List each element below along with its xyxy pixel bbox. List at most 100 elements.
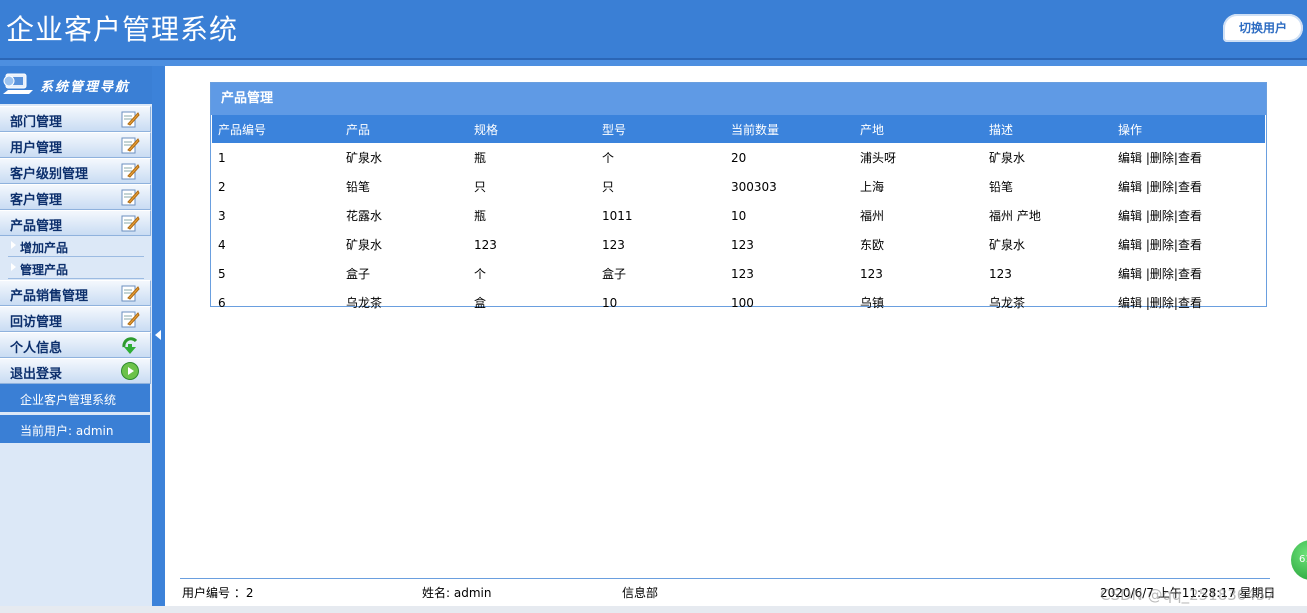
refresh-arrow-icon [120, 335, 140, 355]
collapse-sidebar-icon[interactable] [155, 330, 161, 340]
table-cell: 6 [218, 295, 226, 310]
delete-link[interactable]: 删除 [1150, 238, 1174, 252]
sidebar-item-label: 部门管理 [10, 115, 63, 130]
play-icon [120, 361, 140, 381]
table-cell: 只 [602, 180, 615, 194]
table-cell-actions: 编辑 |删除|查看 [1112, 259, 1265, 288]
edit-note-icon [120, 187, 140, 207]
edit-note-icon [120, 109, 140, 129]
table-row: 3 花露水 瓶 1011 10 福州 福州 产地 编辑 |删除|查看 [212, 201, 1265, 230]
sidebar-item-label: 客户级别管理 [10, 167, 89, 182]
table-cell: 1 [218, 150, 226, 165]
triangle-right-icon [11, 241, 16, 249]
table-cell: 花露水 [346, 209, 383, 223]
table-cell-actions: 编辑 |删除|查看 [1112, 288, 1265, 317]
sidebar-item-department[interactable]: 部门管理 [0, 106, 151, 132]
sidebar-item-user[interactable]: 用户管理 [0, 132, 151, 158]
table-cell: 福州 [860, 209, 885, 223]
table-cell: 123 [860, 266, 883, 281]
table-cell: 上海 [860, 180, 885, 194]
sidebar-item-product-sales[interactable]: 产品销售管理 [0, 280, 151, 306]
sidebar-subitem-add-product[interactable]: 增加产品 [8, 236, 144, 257]
sidebar-item-label: 用户管理 [10, 141, 63, 156]
view-link[interactable]: 查看 [1178, 238, 1202, 252]
current-user-block: 当前用户: admin [0, 415, 150, 443]
triangle-right-icon [11, 263, 16, 271]
footer-divider [180, 578, 1270, 579]
sidebar-item-personal-info[interactable]: 个人信息 [0, 332, 151, 358]
app-header: 企业客户管理系统 切换用户 [0, 0, 1307, 60]
edit-link[interactable]: 编辑 [1118, 267, 1142, 281]
table-cell: 123 [602, 237, 625, 252]
column-header: 规格 [468, 115, 596, 143]
table-cell: 乌龙茶 [989, 296, 1026, 310]
column-header: 当前数量 [725, 115, 854, 143]
sidebar-item-customer[interactable]: 客户管理 [0, 184, 151, 210]
edit-link[interactable]: 编辑 [1118, 180, 1142, 194]
table-row: 2 铅笔 只 只 300303 上海 铅笔 编辑 |删除|查看 [212, 172, 1265, 201]
sidebar-item-customer-level[interactable]: 客户级别管理 [0, 158, 151, 184]
delete-link[interactable]: 删除 [1150, 296, 1174, 310]
sidebar-item-product[interactable]: 产品管理 [0, 210, 151, 236]
status-bar [0, 606, 1307, 613]
edit-note-icon [120, 309, 140, 329]
switch-user-button[interactable]: 切换用户 [1223, 14, 1303, 42]
column-header: 描述 [983, 115, 1112, 143]
sidebar-nav-header: 系统管理导航 [0, 66, 152, 104]
sidebar-item-label: 产品管理 [10, 219, 63, 234]
view-link[interactable]: 查看 [1178, 267, 1202, 281]
delete-link[interactable]: 删除 [1150, 180, 1174, 194]
edit-link[interactable]: 编辑 [1118, 151, 1142, 165]
table-cell: 盒子 [602, 267, 627, 281]
watermark-text: CSDN @qq_251836457 [1100, 586, 1275, 604]
sidebar-item-label: 回访管理 [10, 315, 63, 330]
table-cell: 123 [731, 266, 754, 281]
table-cell: 浦头呀 [860, 151, 897, 165]
sidebar-item-label: 退出登录 [10, 367, 63, 382]
table-cell-actions: 编辑 |删除|查看 [1112, 201, 1265, 230]
view-link[interactable]: 查看 [1178, 209, 1202, 223]
view-link[interactable]: 查看 [1178, 151, 1202, 165]
column-header: 型号 [596, 115, 725, 143]
sidebar-item-logout[interactable]: 退出登录 [0, 358, 151, 384]
table-cell: 只 [474, 180, 487, 194]
current-user: 当前用户: admin [20, 424, 114, 438]
table-row: 4 矿泉水 123 123 123 东欧 矿泉水 编辑 |删除|查看 [212, 230, 1265, 259]
delete-link[interactable]: 删除 [1150, 209, 1174, 223]
table-cell: 123 [989, 266, 1012, 281]
floating-badge-button[interactable]: 61 [1291, 540, 1307, 580]
column-header: 产品编号 [212, 115, 340, 143]
edit-link[interactable]: 编辑 [1118, 238, 1142, 252]
table-cell: 20 [731, 150, 747, 165]
view-link[interactable]: 查看 [1178, 180, 1202, 194]
edit-link[interactable]: 编辑 [1118, 296, 1142, 310]
sidebar-item-label: 客户管理 [10, 193, 63, 208]
edit-link[interactable]: 编辑 [1118, 209, 1142, 223]
edit-note-icon [120, 283, 140, 303]
footer-department: 信息部 [622, 586, 659, 600]
table-cell: 2 [218, 179, 226, 194]
product-table: 产品编号 产品 规格 型号 当前数量 产地 描述 操作 1 矿泉水瓶个 20 浦头呀矿… [212, 115, 1265, 317]
table-cell: 10 [731, 208, 747, 223]
table-cell: 铅笔 [989, 180, 1014, 194]
table-cell-actions: 编辑 |删除|查看 [1112, 172, 1265, 201]
sidebar-nav-title: 系统管理导航 [40, 79, 131, 95]
panel-title: 产品管理 [211, 83, 1266, 115]
edit-note-icon [120, 161, 140, 181]
table-cell: 矿泉水 [989, 238, 1026, 252]
table-cell: 10 [602, 295, 618, 310]
table-cell: 铅笔 [346, 180, 371, 194]
sidebar-item-revisit[interactable]: 回访管理 [0, 306, 151, 332]
sidebar-subitem-manage-product[interactable]: 管理产品 [8, 258, 144, 279]
table-cell: 瓶 [474, 151, 487, 165]
table-cell: 123 [731, 237, 754, 252]
table-cell: 100 [731, 295, 754, 310]
view-link[interactable]: 查看 [1178, 296, 1202, 310]
delete-link[interactable]: 删除 [1150, 151, 1174, 165]
delete-link[interactable]: 删除 [1150, 267, 1174, 281]
table-cell: 矿泉水 [989, 151, 1026, 165]
column-header: 产地 [854, 115, 983, 143]
table-cell: 矿泉水 [346, 238, 383, 252]
table-cell: 福州 产地 [989, 209, 1041, 223]
table-cell: 个 [602, 151, 615, 165]
